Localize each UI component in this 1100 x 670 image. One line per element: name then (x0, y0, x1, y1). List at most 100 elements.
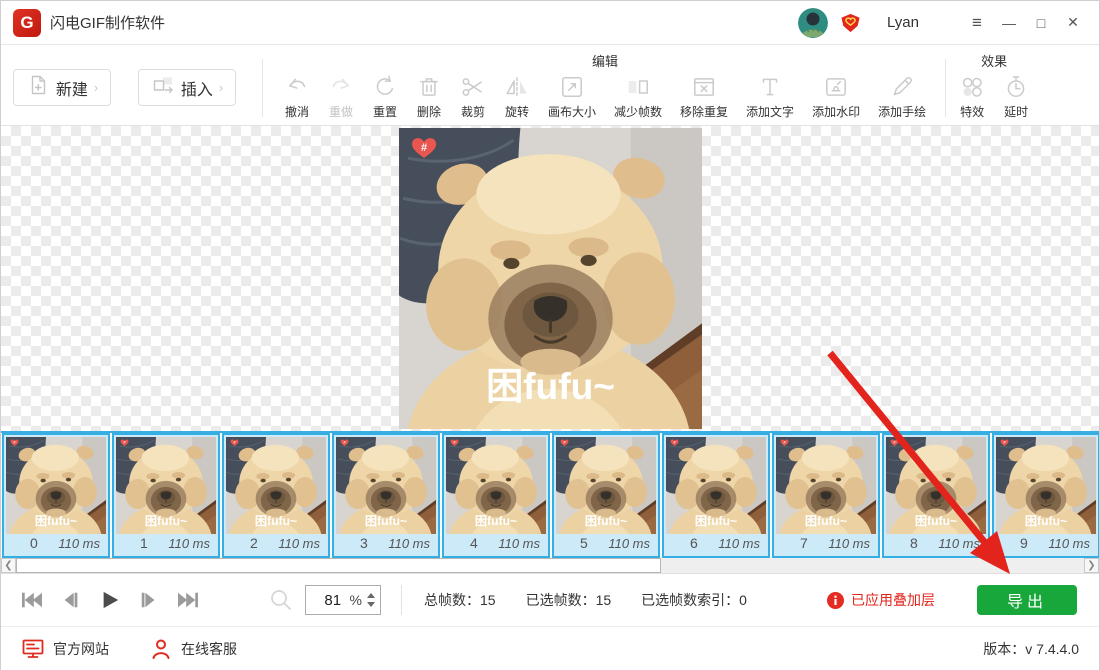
frame-index: 4 (470, 535, 478, 551)
first-frame-button[interactable] (19, 590, 45, 610)
magnifier-icon (269, 588, 293, 612)
new-button[interactable]: 新建 › (13, 69, 111, 106)
frame-thumbnail (336, 437, 436, 534)
tool-canvas-size[interactable]: 画布大小 (539, 72, 605, 120)
scroll-left-icon[interactable]: ❮ (1, 558, 16, 573)
timeline-scrollbar[interactable]: ❮ ❯ (1, 558, 1099, 574)
tool-add-text[interactable]: 添加文字 (737, 72, 803, 120)
tool-label: 撤消 (284, 105, 309, 119)
prev-frame-button[interactable] (58, 590, 84, 610)
frame-thumbnail (996, 437, 1096, 534)
export-button[interactable]: 导出 (977, 585, 1077, 615)
scroll-right-icon[interactable]: ❯ (1084, 558, 1099, 573)
username[interactable]: Lyan (887, 14, 919, 31)
effects-tool-group: 效果 特效 延时 (950, 45, 1038, 125)
reset-icon (372, 72, 398, 100)
tool-undo[interactable]: 撤消 (275, 72, 319, 120)
frame-thumbnail (556, 437, 656, 534)
timeline-frame-5[interactable]: 5 110 ms (552, 433, 660, 558)
stat-value: 15 (595, 592, 612, 608)
play-button[interactable] (97, 590, 123, 610)
zoom-spinner[interactable]: 81 % (305, 585, 381, 615)
gif-preview-image (399, 128, 702, 429)
tool-label: 减少帧数 (614, 105, 663, 119)
user-avatar[interactable] (798, 7, 829, 38)
toolbar-divider (262, 59, 263, 117)
new-button-label: 新建 (55, 81, 88, 99)
tool-label: 画布大小 (548, 105, 597, 119)
insert-button[interactable]: 插入 › (138, 69, 236, 106)
tool-delay[interactable]: 延时 (994, 72, 1038, 120)
frame-index: 5 (580, 535, 588, 551)
overlay-warning-text: 已应用叠加层 (851, 592, 935, 608)
spinner-down-icon[interactable] (367, 602, 375, 607)
timeline-frame-9[interactable]: 9 110 ms (992, 433, 1099, 558)
frame-label-row: 1 110 ms (114, 534, 218, 551)
playback-controls (19, 590, 201, 610)
vip-badge-icon[interactable] (840, 13, 861, 33)
tool-add-drawing[interactable]: 添加手绘 (869, 72, 935, 120)
frame-duration: 110 ms (718, 535, 760, 551)
control-divider (401, 585, 402, 615)
frame-duration: 110 ms (168, 535, 210, 551)
frame-label-row: 2 110 ms (224, 534, 328, 551)
menu-icon[interactable]: ≡ (961, 8, 993, 38)
tool-add-watermark[interactable]: 添加水印 (803, 72, 869, 120)
frame-index: 6 (690, 535, 698, 551)
tool-delete[interactable]: 删除 (407, 72, 451, 120)
tool-label: 移除重复 (680, 105, 729, 119)
frame-thumbnail (226, 437, 326, 534)
timeline-frame-1[interactable]: 1 110 ms (112, 433, 220, 558)
effects-group-label: 效果 (981, 54, 1008, 69)
app-title: 闪电GIF制作软件 (50, 15, 165, 32)
tool-remove-duplicates[interactable]: 移除重复 (671, 72, 737, 120)
app-window: { "titlebar": { "app_title": "闪电GIF制作软件"… (0, 0, 1100, 670)
online-support-link[interactable]: 在线客服 (149, 638, 237, 660)
stat-selected-frame-index: 已选帧数索引：0 (641, 590, 747, 610)
tool-reset[interactable]: 重置 (363, 72, 407, 120)
zoom-value[interactable]: 81 (316, 592, 350, 609)
edit-group-label: 编辑 (592, 54, 619, 69)
stat-total-frames: 总帧数：15 (424, 590, 496, 610)
tool-redo[interactable]: 重做 (319, 72, 363, 120)
canvas-size-icon (559, 72, 585, 100)
tool-rotate[interactable]: 旋转 (495, 72, 539, 120)
frame-label-row: 8 110 ms (884, 534, 988, 551)
effects-icon (959, 72, 985, 100)
flip-icon (504, 72, 530, 100)
tool-label: 旋转 (504, 105, 529, 119)
frame-stats: 总帧数：15 已选帧数：15 已选帧数索引：0 (424, 590, 747, 610)
scrollbar-thumb[interactable] (16, 558, 661, 573)
frame-thumbnail (886, 437, 986, 534)
timeline-frame-2[interactable]: 2 110 ms (222, 433, 330, 558)
timeline-frame-7[interactable]: 7 110 ms (772, 433, 880, 558)
tool-reduce-frames[interactable]: 减少帧数 (605, 72, 671, 120)
timeline-frame-0[interactable]: 0 110 ms (2, 433, 110, 558)
tool-label: 添加手绘 (878, 105, 927, 119)
last-frame-button[interactable] (175, 590, 201, 610)
timeline-frame-4[interactable]: 4 110 ms (442, 433, 550, 558)
frame-thumbnail (116, 437, 216, 534)
close-icon[interactable]: ✕ (1057, 8, 1089, 38)
timeline-frame-8[interactable]: 8 110 ms (882, 433, 990, 558)
toolbar-divider (945, 59, 947, 117)
monitor-icon (22, 639, 44, 658)
editor-canvas[interactable] (1, 126, 1099, 431)
stat-value: 15 (480, 592, 496, 608)
frame-thumbnail (776, 437, 876, 534)
online-support-label: 在线客服 (181, 641, 237, 657)
tool-crop[interactable]: 裁剪 (451, 72, 495, 120)
redo-icon (328, 72, 354, 100)
spinner-up-icon[interactable] (367, 593, 375, 598)
maximize-icon[interactable]: □ (1025, 8, 1057, 38)
official-website-link[interactable]: 官方网站 (21, 638, 109, 660)
minimize-icon[interactable]: — (993, 8, 1025, 38)
frame-duration: 110 ms (388, 535, 430, 551)
next-frame-button[interactable] (136, 590, 162, 610)
chevron-right-icon: › (93, 80, 99, 95)
timeline-frame-6[interactable]: 6 110 ms (662, 433, 770, 558)
timeline-frame-3[interactable]: 3 110 ms (332, 433, 440, 558)
person-icon (152, 639, 170, 659)
tool-effects[interactable]: 特效 (950, 72, 994, 120)
tool-label: 添加水印 (812, 105, 861, 119)
